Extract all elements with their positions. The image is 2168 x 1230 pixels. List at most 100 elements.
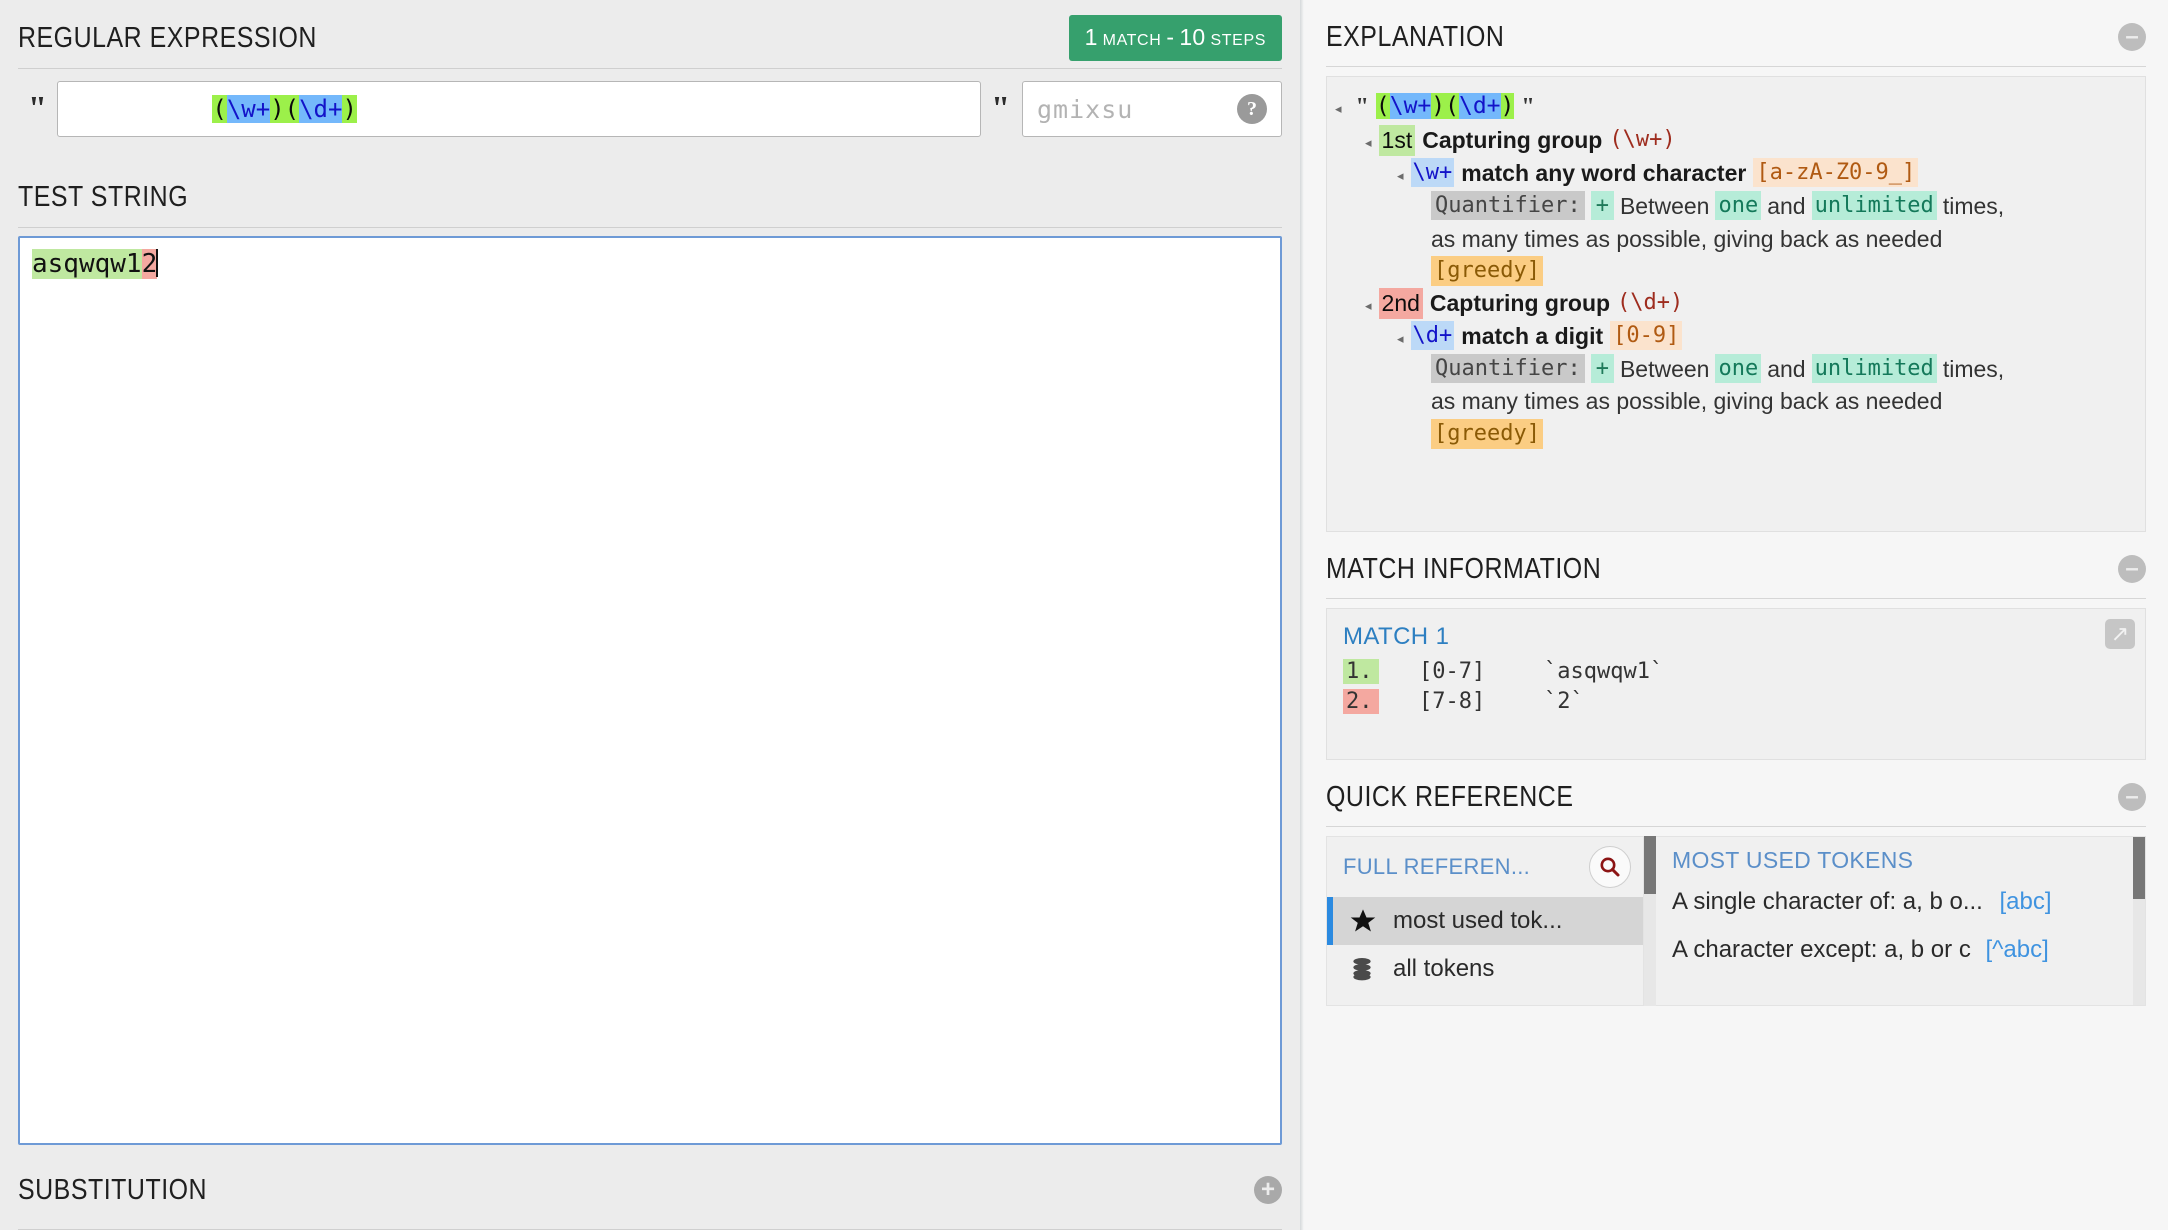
explanation-root-row[interactable]: ◂ " (\w+)(\d+) " [1335,91,2135,123]
group-2-min: one [1715,354,1761,383]
match-row: 1. [0-7] `asqwqw1` [1343,659,2129,684]
match-word: MATCH [1103,32,1162,50]
match-information-body: ↗ MATCH 1 1. [0-7] `asqwqw1` 2. [7-8] `2… [1326,608,2146,760]
match-badge[interactable]: 1 MATCH - 10 STEPS [1069,15,1282,61]
match-information-header: MATCH INFORMATION – [1326,532,2146,598]
match-row-1-value: `asqwqw1` [1544,659,1663,684]
explain-open-quote: " [1356,91,1369,123]
help-icon[interactable]: ? [1237,94,1267,124]
steps-word: STEPS [1211,32,1266,50]
regex-input[interactable]: (\w+)(\d+) [57,81,981,137]
collapse-quick-reference-icon[interactable]: – [2118,783,2146,811]
quick-reference-token-list: MOST USED TOKENS A single character of: … [1656,836,2146,1006]
full-reference-label: FULL REFEREN... [1343,854,1530,880]
quick-reference-body: FULL REFEREN... most used tok... [1326,836,2146,1006]
group-2-label: Capturing group [1430,288,1610,319]
explain-part-4: \d+ [1459,93,1501,119]
group-2-wrap-text: as many times as possible, giving back a… [1431,386,1942,417]
token-row[interactable]: A single character of: a, b o... [abc] [1672,888,2145,916]
scrollbar-thumb[interactable] [1644,836,1656,894]
chevron-down-icon[interactable]: ◂ [1335,100,1342,117]
capturing-group-2-row[interactable]: ◂ 2nd Capturing group (\d+) [1365,288,2135,319]
match-row-1-range: [0-7] [1419,659,1544,684]
sidebar-item-all-tokens[interactable]: all tokens [1327,945,1643,993]
match-row-2-range: [7-8] [1419,689,1544,714]
group-2-quantifier-row: Quantifier: + Between one and unlimited … [1431,354,2135,385]
group-2-quantifier-label: Quantifier: [1431,354,1585,383]
search-icon[interactable] [1589,846,1631,888]
group-1-token-row[interactable]: ◂ \w+ match any word character [a-zA-Z0-… [1397,158,2135,189]
match-row-2-value: `2` [1544,689,1584,714]
quick-reference-sidebar-scrollbar[interactable] [1644,836,1656,1006]
explain-part-1: \w+ [1390,93,1432,119]
group-1-min: one [1715,191,1761,220]
text-caret [156,249,158,277]
database-icon [1349,956,1393,982]
collapse-explanation-icon[interactable]: – [2118,23,2146,51]
open-quote: " [18,92,57,126]
explain-part-2: ) [1431,93,1445,119]
match-label: MATCH 1 [1343,623,2129,651]
explain-part-0: ( [1376,93,1390,119]
group-1-and-text: and [1767,191,1805,222]
match-information-divider [1326,598,2146,599]
add-substitution-icon[interactable]: + [1254,1176,1282,1204]
regex-part-5: ) [342,95,356,123]
regex-part-1: \w+ [227,95,270,123]
group-2-between-text: Between [1620,354,1710,385]
regex-tester-app: REGULAR EXPRESSION 1 MATCH - 10 STEPS " … [0,0,2168,1230]
group-1-token-desc: match any word character [1461,158,1746,189]
explain-part-3: ( [1445,93,1459,119]
match-row: 2. [7-8] `2` [1343,689,2129,714]
expand-match-icon[interactable]: ↗ [2105,619,2135,649]
group-1-quantifier-row: Quantifier: + Between one and unlimited … [1431,191,2135,222]
explanation-body: ◂ " (\w+)(\d+) " ◂ 1st Capturing group (… [1326,76,2146,532]
token-description: A character except: a, b or c [1672,936,1971,963]
regex-text: (\w+)(\d+) [68,81,357,137]
full-reference-header[interactable]: FULL REFEREN... [1327,837,1643,897]
chevron-down-icon[interactable]: ◂ [1397,167,1404,184]
match-information-title: MATCH INFORMATION [1326,553,1601,586]
group-2-quantifier-symbol: + [1591,354,1614,383]
steps-count: 10 [1179,24,1205,51]
sidebar-item-label: all tokens [1393,955,1494,983]
flags-input[interactable]: gmixsu ? [1022,81,1282,137]
test-header-divider [18,227,1282,228]
chevron-down-icon[interactable]: ◂ [1397,330,1404,347]
group-1-ref: (\w+) [1609,125,1675,154]
test-string-text: asqwqw12 [32,248,1268,281]
explanation-header: EXPLANATION – [1326,0,2146,66]
quick-reference-divider [1326,826,2146,827]
regex-part-0: ( [212,95,226,123]
group-2-greedy-row: [greedy] [1431,419,2135,448]
badge-dash: - [1166,24,1174,51]
chevron-down-icon[interactable]: ◂ [1365,297,1372,314]
scrollbar-thumb[interactable] [2133,837,2145,899]
group-1-greedy: [greedy] [1431,256,1543,285]
token-code: [abc] [2000,888,2052,915]
regex-header-divider [18,68,1282,69]
explanation-title: EXPLANATION [1326,21,1504,54]
match-count: 1 [1085,24,1098,51]
quick-reference-list-scrollbar[interactable] [2133,837,2145,1005]
group-1-quantifier-symbol: + [1591,191,1614,220]
chevron-down-icon[interactable]: ◂ [1365,134,1372,151]
star-icon [1349,907,1393,935]
test-string-input[interactable]: asqwqw12 [18,236,1282,1145]
quick-reference-title: QUICK REFERENCE [1326,781,1573,814]
group-2-token-row[interactable]: ◂ \d+ match a digit [0-9] [1397,321,2135,352]
token-code: [^abc] [1986,936,2049,963]
regex-section-header: REGULAR EXPRESSION 1 MATCH - 10 STEPS [18,0,1282,68]
capturing-group-1-row[interactable]: ◂ 1st Capturing group (\w+) [1365,125,2135,156]
group-2-greedy: [greedy] [1431,419,1543,448]
left-panel: REGULAR EXPRESSION 1 MATCH - 10 STEPS " … [0,0,1300,1230]
collapse-match-information-icon[interactable]: – [2118,555,2146,583]
token-row[interactable]: A character except: a, b or c [^abc] [1672,936,2145,964]
match-group-1-highlight: asqwqw1 [32,249,142,279]
token-description: A single character of: a, b o... [1672,888,1983,915]
match-row-2-number: 2. [1343,689,1379,714]
regex-part-2: ) [270,95,284,123]
group-1-quantifier-label: Quantifier: [1431,191,1585,220]
test-string-header: TEST STRING [18,159,1282,227]
sidebar-item-most-used-tokens[interactable]: most used tok... [1327,897,1643,945]
